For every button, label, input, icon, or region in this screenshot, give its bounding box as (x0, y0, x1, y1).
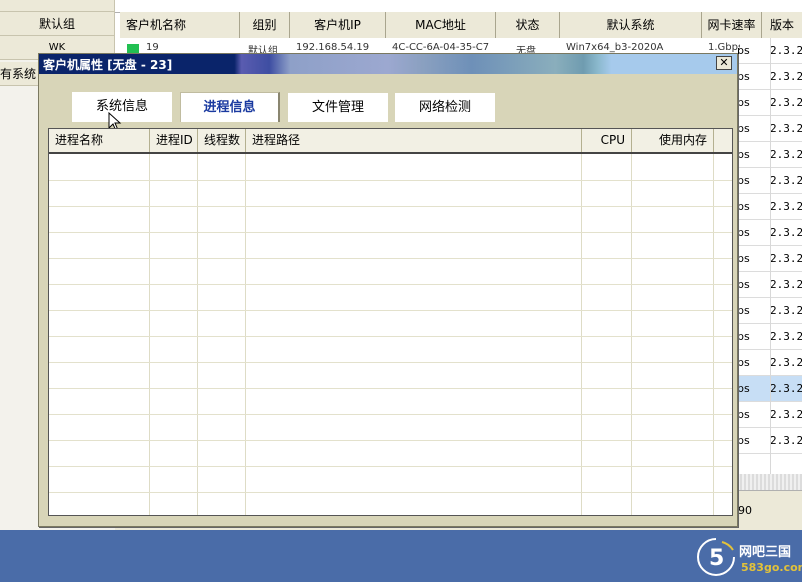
tab-file-management[interactable]: 文件管理 (288, 93, 388, 122)
column-divider (631, 154, 632, 515)
client-grid-header: 客户机名称 组别 客户机IP MAC地址 状态 默认系统 网卡速率 版本 (120, 12, 802, 39)
cell-version: 2.3.2 (770, 44, 802, 57)
sidebar-item-label: 默认组 (38, 17, 75, 31)
row-divider (49, 206, 732, 207)
sidebar-item-label: 有系统 (0, 67, 37, 81)
column-divider (713, 154, 714, 515)
cell-version: 2.3.2 (770, 408, 802, 421)
row-divider (49, 284, 732, 285)
cell-nic-speed: ps (737, 434, 750, 447)
sidebar-item-default-group[interactable]: 默认组 (0, 12, 115, 36)
process-table: 进程名称 进程ID 线程数 进程路径 CPU 使用内存 (48, 128, 733, 516)
tab-network-check[interactable]: 网络检测 (395, 93, 495, 122)
cell-version: 2.3.2 (770, 304, 802, 317)
cell-nic-speed: ps (737, 148, 750, 161)
cell-client-name: 19 (146, 42, 159, 53)
tab-process-info[interactable]: 进程信息 (180, 92, 280, 122)
column-header-memory[interactable]: 使用内存 (632, 129, 714, 152)
cell-version: 2.3.2 (770, 252, 802, 265)
row-divider (49, 440, 732, 441)
row-divider (49, 362, 732, 363)
column-header-version[interactable]: 版本 (762, 12, 802, 38)
cell-nic-speed: ps (737, 278, 750, 291)
row-divider (49, 336, 732, 337)
dialog-title-bar[interactable]: 客户机属性 [无盘 - 23] ✕ (39, 54, 737, 74)
cell-version: 2.3.2 (770, 70, 802, 83)
column-divider (149, 154, 150, 515)
column-header-client-ip[interactable]: 客户机IP (290, 12, 386, 38)
cell-version: 2.3.2 (770, 174, 802, 187)
sidebar-item-label: WK (48, 42, 66, 53)
column-header-mac[interactable]: MAC地址 (386, 12, 496, 38)
column-divider (197, 154, 198, 515)
cell-mac: 4C-CC-6A-04-35-C7 (392, 42, 490, 53)
cell-nic-speed: ps (737, 44, 750, 57)
client-properties-dialog: 客户机属性 [无盘 - 23] ✕ 系统信息 进程信息 文件管理 网络检测 进程… (38, 53, 738, 527)
process-table-header: 进程名称 进程ID 线程数 进程路径 CPU 使用内存 (49, 129, 732, 154)
column-divider (581, 154, 582, 515)
dialog-title: 客户机属性 [无盘 - 23] (43, 58, 173, 72)
column-header-cpu[interactable]: CPU (582, 129, 632, 152)
cell-version: 2.3.2 (770, 200, 802, 213)
column-header-client-name[interactable]: 客户机名称 (120, 12, 240, 38)
column-header-process-path[interactable]: 进程路径 (246, 129, 582, 152)
column-header-thread-count[interactable]: 线程数 (198, 129, 246, 152)
row-divider (49, 232, 732, 233)
cell-nic-speed: ps (737, 252, 750, 265)
row-divider (49, 180, 732, 181)
brand-url: 583go.com (741, 561, 802, 574)
row-divider (49, 258, 732, 259)
cell-nic-speed: ps (737, 96, 750, 109)
grid-horizontal-scrollbar[interactable] (738, 474, 802, 490)
tab-label: 文件管理 (311, 100, 364, 115)
cell-version: 2.3.2 (770, 434, 802, 447)
tab-label: 网络检测 (418, 100, 471, 115)
tab-system-info[interactable]: 系统信息 (72, 92, 172, 122)
column-header-nic-speed[interactable]: 网卡速率 (702, 12, 762, 38)
row-divider (49, 414, 732, 415)
row-divider (49, 388, 732, 389)
cell-version: 2.3.2 (770, 356, 802, 369)
sidebar-top-item[interactable] (0, 0, 115, 12)
brand-logo-icon: 5 (697, 538, 735, 576)
cell-ip: 192.168.54.19 (296, 42, 370, 53)
taskbar (0, 530, 802, 582)
cell-nic-speed: ps (737, 330, 750, 343)
cell-nic-speed: ps (737, 382, 750, 395)
cell-version: 2.3.2 (770, 122, 802, 135)
cell-nic-speed: ps (737, 408, 750, 421)
row-divider (49, 492, 732, 493)
tab-label: 进程信息 (203, 100, 256, 115)
grid-column-divider (770, 38, 771, 474)
cell-version: 2.3.2 (770, 330, 802, 343)
cell-nic-speed: ps (737, 226, 750, 239)
cell-nic-speed: 1.Gbps (708, 42, 740, 53)
cell-nic-speed: ps (737, 70, 750, 83)
column-header-default-system[interactable]: 默认系统 (560, 12, 702, 38)
cell-default-system: Win7x64_b3-2020A (566, 42, 664, 53)
svg-text:5: 5 (709, 546, 724, 571)
client-count: 90 (738, 504, 752, 517)
column-header-status[interactable]: 状态 (496, 12, 560, 38)
cell-nic-speed: ps (737, 122, 750, 135)
cell-nic-speed: ps (737, 200, 750, 213)
brand-name: 网吧三国 (739, 545, 792, 560)
cell-version: 2.3.2 (770, 96, 802, 109)
cell-version: 2.3.2 (770, 382, 802, 395)
cell-nic-speed: ps (737, 356, 750, 369)
column-header-spacer (714, 129, 732, 152)
row-divider (49, 466, 732, 467)
column-header-group[interactable]: 组别 (240, 12, 290, 38)
row-divider (49, 310, 732, 311)
cell-version: 2.3.2 (770, 148, 802, 161)
column-header-process-name[interactable]: 进程名称 (49, 129, 150, 152)
close-button[interactable]: ✕ (716, 56, 732, 70)
column-divider (245, 154, 246, 515)
cell-nic-speed: ps (737, 304, 750, 317)
cell-nic-speed: ps (737, 174, 750, 187)
cell-version: 2.3.2 (770, 226, 802, 239)
cell-version: 2.3.2 (770, 278, 802, 291)
column-header-process-id[interactable]: 进程ID (150, 129, 198, 152)
